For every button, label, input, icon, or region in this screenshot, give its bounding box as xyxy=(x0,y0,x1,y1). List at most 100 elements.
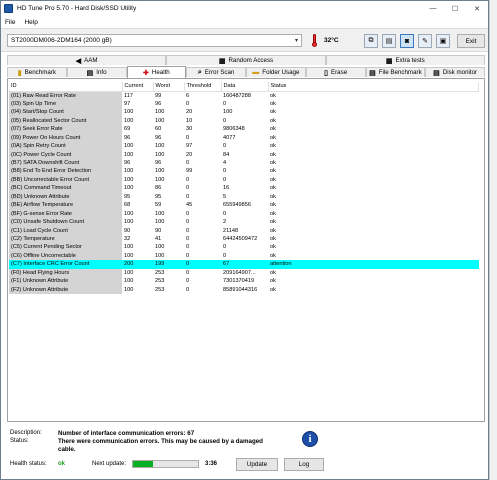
table-row[interactable]: (C1) Load Cycle Count 90 90 0 21148 ok xyxy=(9,226,479,235)
table-cell: 0 xyxy=(223,168,227,175)
table-cell: 100 xyxy=(124,219,134,226)
table-cell: (C6) Offline Uncorrectable xyxy=(9,251,122,261)
table-row[interactable]: (F0) Head Flying Hours 100 253 0 209164907..… xyxy=(9,268,479,278)
table-row[interactable]: (BC) Command Timeout 100 86 0 16 ok xyxy=(9,184,479,193)
table-cell: 100 xyxy=(124,117,134,124)
tab-health[interactable]: ✚ Health xyxy=(126,66,187,78)
table-row[interactable]: (F1) Unknown Attribute 100 253 0 7301370419 o… xyxy=(9,277,479,286)
table-cell: 100 xyxy=(124,286,134,293)
table-row[interactable]: (C5) Current Pending Sector 100 100 0 0 ok xyxy=(9,243,479,252)
minimize-button[interactable]: — xyxy=(422,1,444,16)
tab-info[interactable]: ▤ Info xyxy=(66,67,127,77)
table-row[interactable]: (C0) Unsafe Shutdown Count 100 100 0 2 ok xyxy=(9,218,479,227)
table-cell: ok xyxy=(270,109,276,116)
table-row[interactable]: (03) Spin Up Time 97 96 0 0 ok xyxy=(9,99,479,109)
table-row[interactable]: (0A) Spin Retry Count 100 100 97 0 ok xyxy=(9,142,479,151)
table-cell: 100 xyxy=(155,117,165,124)
table-cell: (BF) G-sense Error Rate xyxy=(9,209,122,219)
table-cell: 41 xyxy=(155,235,162,242)
table-cell: ok xyxy=(270,126,276,133)
close-button[interactable]: ✕ xyxy=(466,1,488,16)
column-header[interactable]: Worst xyxy=(153,82,185,92)
table-cell: 7301370419 xyxy=(223,278,255,285)
column-header[interactable]: Threshold xyxy=(184,82,222,92)
table-cell: ok xyxy=(270,100,276,107)
tab-erase[interactable]: ▯ Erase xyxy=(305,67,366,77)
update-button[interactable]: Update xyxy=(236,458,278,471)
table-row[interactable]: (C6) Offline Uncorrectable 100 100 0 0 ok xyxy=(9,251,479,261)
menu-bar: File Help xyxy=(1,16,488,28)
table-row[interactable]: (C7) Interface CRC Error Count 200 199 0 67 a… xyxy=(9,260,479,269)
tab-file-benchmark[interactable]: ▤ File Benchmark xyxy=(365,67,426,77)
table-row[interactable]: (BF) G-sense Error Rate 100 100 0 0 ok xyxy=(9,209,479,219)
table-cell: ok xyxy=(270,278,276,285)
table-row[interactable]: (BE) Airflow Temperature 68 59 45 655949856 o… xyxy=(9,201,479,210)
table-row[interactable]: (B8) End To End Error Detection 100 100 99 0… xyxy=(9,167,479,176)
table-cell: (05) Reallocated Sector Count xyxy=(9,116,122,126)
tab-extra-tests[interactable]: ▦ Extra tests xyxy=(325,55,485,65)
speaker-icon: ◀ xyxy=(75,57,82,65)
table-row[interactable]: (09) Power On Hours Count 96 96 0 4077 ok xyxy=(9,133,479,143)
table-row[interactable]: (0C) Power Cycle Count 100 100 20 84 ok xyxy=(9,150,479,159)
table-row[interactable]: (04) Start/Stop Count 100 100 20 100 ok xyxy=(9,108,479,117)
app-icon xyxy=(4,4,13,13)
table-cell: 84 xyxy=(223,151,230,158)
table-cell: 0 xyxy=(223,210,227,217)
copy-all-icon[interactable]: ▤ xyxy=(382,34,396,48)
table-cell: 100 xyxy=(124,210,134,217)
copy-icon[interactable]: ⧉ xyxy=(364,34,378,48)
table-cell: 0 xyxy=(186,134,190,141)
table-row[interactable]: (BB) Uncorrectable Error Count 100 100 0 0 ok xyxy=(9,175,479,185)
smart-table[interactable]: ID Current Worst Threshold Data Status (01) R… xyxy=(9,82,479,294)
table-row[interactable]: (07) Seek Error Rate 69 60 30 9806348 ok xyxy=(9,125,479,134)
table-cell: 117 xyxy=(124,92,133,99)
table-cell: 67 xyxy=(221,260,268,269)
table-cell: 100 xyxy=(124,244,134,251)
table-cell: 32 xyxy=(124,235,131,242)
table-cell: 100 xyxy=(124,168,134,175)
table-cell: 200 xyxy=(122,260,153,269)
table-cell: ok xyxy=(270,134,276,141)
table-cell: (BD) Unknown Attribute xyxy=(9,192,122,202)
table-cell: ok xyxy=(270,202,276,209)
table-row[interactable]: (01) Raw Read Error Rate 117 99 6 160487288 o… xyxy=(9,91,479,100)
drive-select[interactable]: ST2000DM006-2DM164 (2000 gB) ▾ xyxy=(7,34,302,47)
column-header[interactable]: Current xyxy=(122,82,154,92)
table-row[interactable]: (C2) Temperature 32 41 0 64424509472 ok xyxy=(9,234,479,244)
exit-button[interactable]: Exit xyxy=(457,34,485,48)
table-row[interactable]: (05) Reallocated Sector Count 100 100 10 0 ok xyxy=(9,116,479,126)
table-row[interactable]: (B7) SATA Downshift Count 96 96 0 4 ok xyxy=(9,159,479,168)
health-cross-icon: ✚ xyxy=(142,69,149,77)
table-cell: 4 xyxy=(223,160,227,166)
tab-benchmark[interactable]: ▮ Benchmark xyxy=(7,67,67,77)
table-cell: 96 xyxy=(124,160,131,166)
table-cell: 100 xyxy=(155,109,165,116)
update-progress-bar xyxy=(132,460,199,468)
column-header[interactable]: ID xyxy=(9,82,123,92)
tab-random-access[interactable]: ▦ Random Access xyxy=(166,55,326,65)
table-cell: 199 xyxy=(153,260,184,269)
table-cell: 100 xyxy=(124,109,134,116)
table-row[interactable]: (BD) Unknown Attribute 95 95 0 5 ok xyxy=(9,192,479,202)
table-cell: 100 xyxy=(124,269,134,276)
save-icon[interactable]: ▣ xyxy=(436,34,450,48)
menu-file[interactable]: File xyxy=(5,19,15,26)
tab-error-scan[interactable]: ⌕ Error Scan xyxy=(186,67,246,77)
table-row[interactable]: (F2) Unknown Attribute 100 253 0 85891044316… xyxy=(9,285,479,294)
table-cell: 30 xyxy=(186,126,193,133)
health-status-label: Health status: xyxy=(10,461,47,467)
maximize-button[interactable]: ☐ xyxy=(444,1,466,16)
tab-folder-usage[interactable]: ▬ Folder Usage xyxy=(246,67,306,77)
tab-aam[interactable]: ◀ AAM xyxy=(7,55,167,65)
screenshot-icon[interactable]: ◙ xyxy=(400,34,414,48)
column-header[interactable]: Data xyxy=(221,82,269,92)
menu-help[interactable]: Help xyxy=(24,19,37,26)
tab-disk-monitor[interactable]: ▤ Disk monitor xyxy=(425,67,485,77)
table-cell: ok xyxy=(270,193,276,200)
description-label: Description: xyxy=(10,430,42,436)
options-icon[interactable]: ✎ xyxy=(418,34,432,48)
table-cell: (F2) Unknown Attribute xyxy=(9,285,122,294)
log-button[interactable]: Log xyxy=(284,458,324,471)
table-cell: 99 xyxy=(186,168,193,175)
column-header[interactable]: Status xyxy=(268,82,479,92)
